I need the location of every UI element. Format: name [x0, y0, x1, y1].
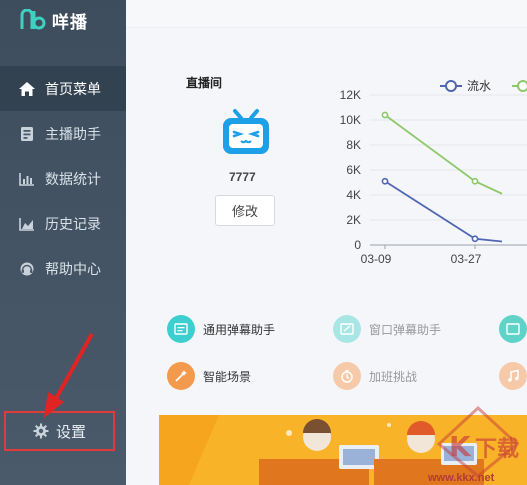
music-icon [499, 362, 527, 390]
gear-icon [32, 422, 50, 440]
sidebar-nav: 首页菜单 主播助手 数据统计 历史记录 帮助中心 [0, 66, 126, 291]
revenue-chart: 0 2K 4K 6K 8K 10K 12K 03-09 03-27 流水 [340, 79, 527, 266]
home-icon [18, 80, 36, 98]
tool-window-danmaku[interactable]: 窗口弹幕助手 [333, 315, 441, 343]
sidebar-item-help[interactable]: 帮助中心 [0, 246, 126, 291]
tool-label: 加班挑战 [369, 369, 418, 384]
tool-extra-1[interactable] [499, 315, 527, 343]
data-point [471, 235, 479, 243]
sidebar-item-label: 数据统计 [45, 170, 101, 187]
series-line [384, 180, 503, 243]
room-id: 7777 [229, 170, 256, 184]
app-name: 咩播 [52, 12, 88, 32]
data-point [471, 177, 479, 185]
site-watermark-logo: K 下载 [436, 405, 520, 478]
svg-text:下载: 下载 [475, 436, 519, 462]
watermark-text: www.kkx.net [428, 472, 495, 484]
sidebar-item-label: 历史记录 [45, 215, 101, 232]
sidebar-item-home[interactable]: 首页菜单 [0, 66, 126, 111]
tool-label: 智能场景 [203, 369, 252, 384]
y-tick-label: 0 [354, 238, 361, 252]
y-tick-label: 8K [346, 138, 361, 152]
legend-label: 流水 [467, 79, 491, 93]
sidebar-item-label: 主播助手 [45, 125, 101, 142]
x-tick-label: 03-09 [361, 252, 392, 266]
window-danmaku-icon [333, 315, 361, 343]
top-bar [126, 0, 527, 28]
magic-wand-icon [167, 362, 195, 390]
tool-label: 窗口弹幕助手 [369, 322, 442, 337]
tool-smart-scene[interactable]: 智能场景 [167, 362, 251, 390]
y-tick-label: 6K [346, 163, 361, 177]
danmaku-icon [167, 315, 195, 343]
series-line [384, 114, 503, 195]
svg-text:K: K [449, 430, 472, 463]
x-tick-label: 03-27 [451, 252, 482, 266]
y-tick-label: 4K [346, 188, 361, 202]
bar-chart-icon [18, 170, 36, 188]
y-tick-label: 12K [340, 88, 361, 102]
bilibili-tv-icon [223, 109, 269, 154]
sidebar-item-history[interactable]: 历史记录 [0, 201, 126, 246]
tool-danmaku-assistant[interactable]: 通用弹幕助手 [167, 315, 275, 343]
data-point [381, 177, 389, 185]
headset-icon [18, 260, 36, 278]
app-logo-icon [20, 9, 46, 30]
legend-swatch-marker [517, 80, 527, 92]
legend-swatch-marker [445, 80, 457, 92]
timer-icon [333, 362, 361, 390]
sidebar: 咩播 首页菜单 主播助手 数据统计 历史记录 帮助中心 设置 [0, 0, 126, 485]
panel-icon [499, 315, 527, 343]
area-chart-icon [18, 215, 36, 233]
brand: 咩播 [0, 0, 126, 40]
settings-label: 设置 [56, 423, 87, 441]
tool-label: 通用弹幕助手 [203, 322, 276, 337]
edit-button[interactable]: 修改 [215, 195, 275, 226]
tool-overtime-challenge[interactable]: 加班挑战 [333, 362, 417, 390]
sidebar-item-label: 首页菜单 [45, 80, 101, 97]
sidebar-item-label: 帮助中心 [45, 260, 101, 277]
tool-grid: 通用弹幕助手 窗口弹幕助手 智能场景 加班挑战 [159, 312, 527, 396]
sidebar-item-assistant[interactable]: 主播助手 [0, 111, 126, 156]
y-tick-label: 10K [340, 113, 361, 127]
red-arrow-annotation [44, 333, 94, 418]
tool-extra-2[interactable] [499, 362, 527, 390]
sidebar-item-statistics[interactable]: 数据统计 [0, 156, 126, 201]
live-room-title: 直播间 [186, 76, 223, 90]
data-point [381, 111, 389, 119]
y-tick-label: 2K [346, 213, 361, 227]
assistant-icon [18, 125, 36, 143]
